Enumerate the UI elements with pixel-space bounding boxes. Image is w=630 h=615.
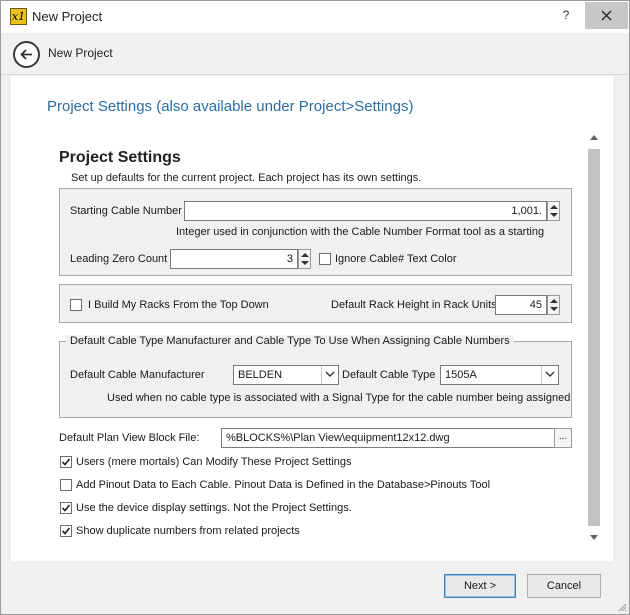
chevron-down-icon <box>541 366 558 384</box>
spin-up-icon <box>301 253 309 257</box>
rack-height-label: Default Rack Height in Rack Units <box>331 299 497 311</box>
starting-cable-number-hint: Integer used in conjunction with the Cab… <box>176 226 545 238</box>
back-button[interactable] <box>13 41 40 68</box>
cable-type-hint: Used when no cable type is associated wi… <box>107 392 571 404</box>
spin-down-icon <box>550 213 558 217</box>
new-project-window: x1 New Project ? New Project Project Set… <box>0 0 630 615</box>
resize-grip-icon[interactable] <box>617 602 627 612</box>
panel-subtitle: Set up defaults for the current project.… <box>71 172 422 184</box>
users-can-modify-checkbox[interactable] <box>60 456 72 468</box>
spin-up-icon <box>550 299 558 303</box>
ignore-cable-text-color-label: Ignore Cable# Text Color <box>335 253 457 265</box>
cancel-button[interactable]: Cancel <box>527 574 601 598</box>
window-title: New Project <box>32 9 103 24</box>
panel-title: Project Settings <box>59 149 181 166</box>
scroll-thumb[interactable] <box>588 149 600 526</box>
default-cable-type-label: Default Cable Type <box>342 369 436 381</box>
rack-height-input[interactable]: 45 <box>495 295 547 315</box>
help-button[interactable]: ? <box>556 8 576 26</box>
ignore-cable-text-color-checkbox[interactable] <box>319 253 331 265</box>
leading-zero-count-label: Leading Zero Count <box>70 253 168 265</box>
users-can-modify-label: Users (mere mortals) Can Modify These Pr… <box>76 456 352 468</box>
next-button[interactable]: Next > <box>444 574 516 598</box>
leading-zero-count-input[interactable]: 3 <box>170 249 298 269</box>
default-cable-manufacturer-label: Default Cable Manufacturer <box>70 369 205 381</box>
starting-cable-number-input[interactable]: 1,001. <box>184 201 547 221</box>
starting-cable-number-label: Starting Cable Number <box>70 205 182 217</box>
add-pinout-data-checkbox[interactable] <box>60 479 72 491</box>
show-duplicate-numbers-checkbox[interactable] <box>60 525 72 537</box>
scroll-up-icon[interactable] <box>590 135 598 140</box>
block-file-label: Default Plan View Block File: <box>59 432 200 444</box>
spin-down-icon <box>550 307 558 311</box>
close-icon <box>601 10 612 21</box>
default-cable-manufacturer-select[interactable]: BELDEN <box>233 365 339 385</box>
default-cable-type-select[interactable]: 1505A <box>440 365 559 385</box>
scroll-down-icon[interactable] <box>590 535 598 540</box>
checkmark-icon <box>61 458 71 466</box>
close-button[interactable] <box>585 2 628 29</box>
settings-panel: Project Settings Set up defaults for the… <box>47 143 585 548</box>
default-cable-manufacturer-value: BELDEN <box>238 369 283 381</box>
cable-type-group: Default Cable Manufacturer BELDEN Defaul… <box>59 341 572 418</box>
chevron-down-icon <box>321 366 338 384</box>
rack-height-spinner[interactable] <box>547 295 560 315</box>
checkmark-icon <box>61 504 71 512</box>
app-logo-icon: x1 <box>10 8 27 25</box>
spin-down-icon <box>301 261 309 265</box>
title-bar: x1 New Project ? <box>1 1 629 33</box>
rack-group: I Build My Racks From the Top Down Defau… <box>59 284 572 323</box>
cable-number-group: Starting Cable Number 1,001. Integer use… <box>59 188 572 276</box>
starting-cable-number-spinner[interactable] <box>547 201 560 221</box>
wizard-header: New Project <box>1 33 629 75</box>
spin-up-icon <box>550 205 558 209</box>
leading-zero-count-spinner[interactable] <box>298 249 311 269</box>
show-duplicate-numbers-label: Show duplicate numbers from related proj… <box>76 525 300 537</box>
default-cable-type-value: 1505A <box>445 369 477 381</box>
vertical-scrollbar[interactable] <box>587 131 601 544</box>
header-label: New Project <box>48 46 113 60</box>
use-device-display-checkbox[interactable] <box>60 502 72 514</box>
add-pinout-data-label: Add Pinout Data to Each Cable. Pinout Da… <box>76 479 491 491</box>
browse-button[interactable]: ... <box>554 428 572 448</box>
racks-top-down-checkbox[interactable] <box>70 299 82 311</box>
main-content: Project Settings (also available under P… <box>11 76 613 561</box>
cable-type-group-legend: Default Cable Type Manufacturer and Cabl… <box>66 335 514 347</box>
block-file-input[interactable]: %BLOCKS%\Plan View\equipment12x12.dwg <box>221 428 555 448</box>
use-device-display-label: Use the device display settings. Not the… <box>76 502 352 514</box>
racks-top-down-label: I Build My Racks From the Top Down <box>88 299 269 311</box>
arrow-left-icon <box>20 49 32 60</box>
page-heading: Project Settings (also available under P… <box>47 98 414 115</box>
checkmark-icon <box>61 527 71 535</box>
